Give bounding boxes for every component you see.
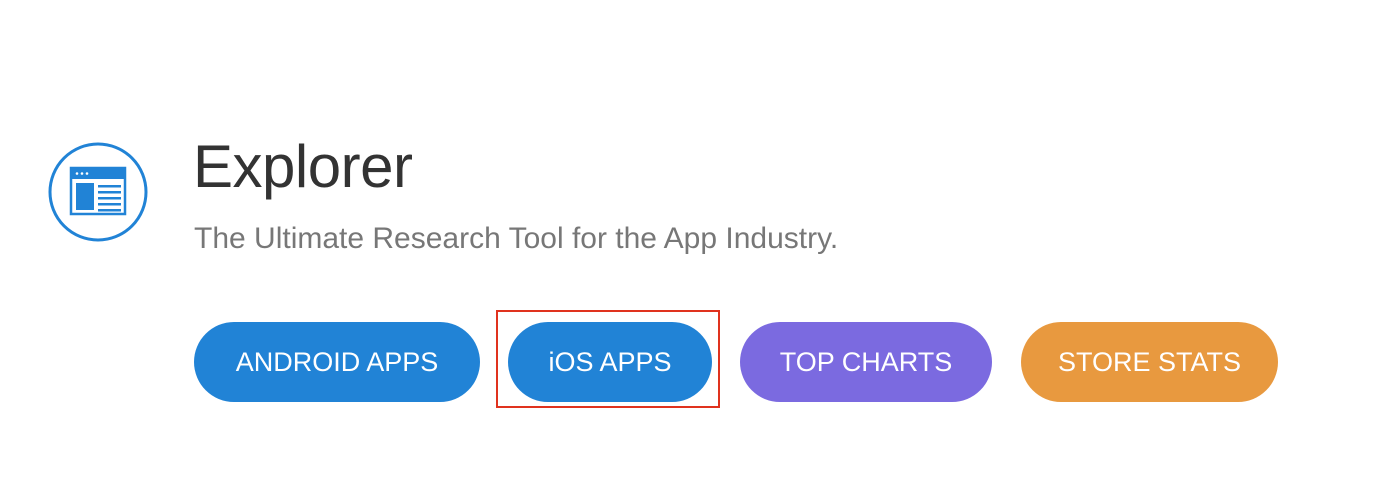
page-subtitle: The Ultimate Research Tool for the App I…: [194, 222, 839, 255]
page-title: Explorer: [193, 133, 413, 200]
top-charts-button[interactable]: TOP CHARTS: [740, 322, 992, 402]
ios-apps-button[interactable]: iOS APPS: [508, 322, 712, 402]
store-stats-button[interactable]: STORE STATS: [1021, 322, 1278, 402]
android-apps-button[interactable]: ANDROID APPS: [194, 322, 480, 402]
explorer-logo: [48, 142, 148, 242]
explorer-panel: Explorer The Ultimate Research Tool for …: [0, 0, 1386, 486]
browser-window-icon: [48, 142, 148, 242]
